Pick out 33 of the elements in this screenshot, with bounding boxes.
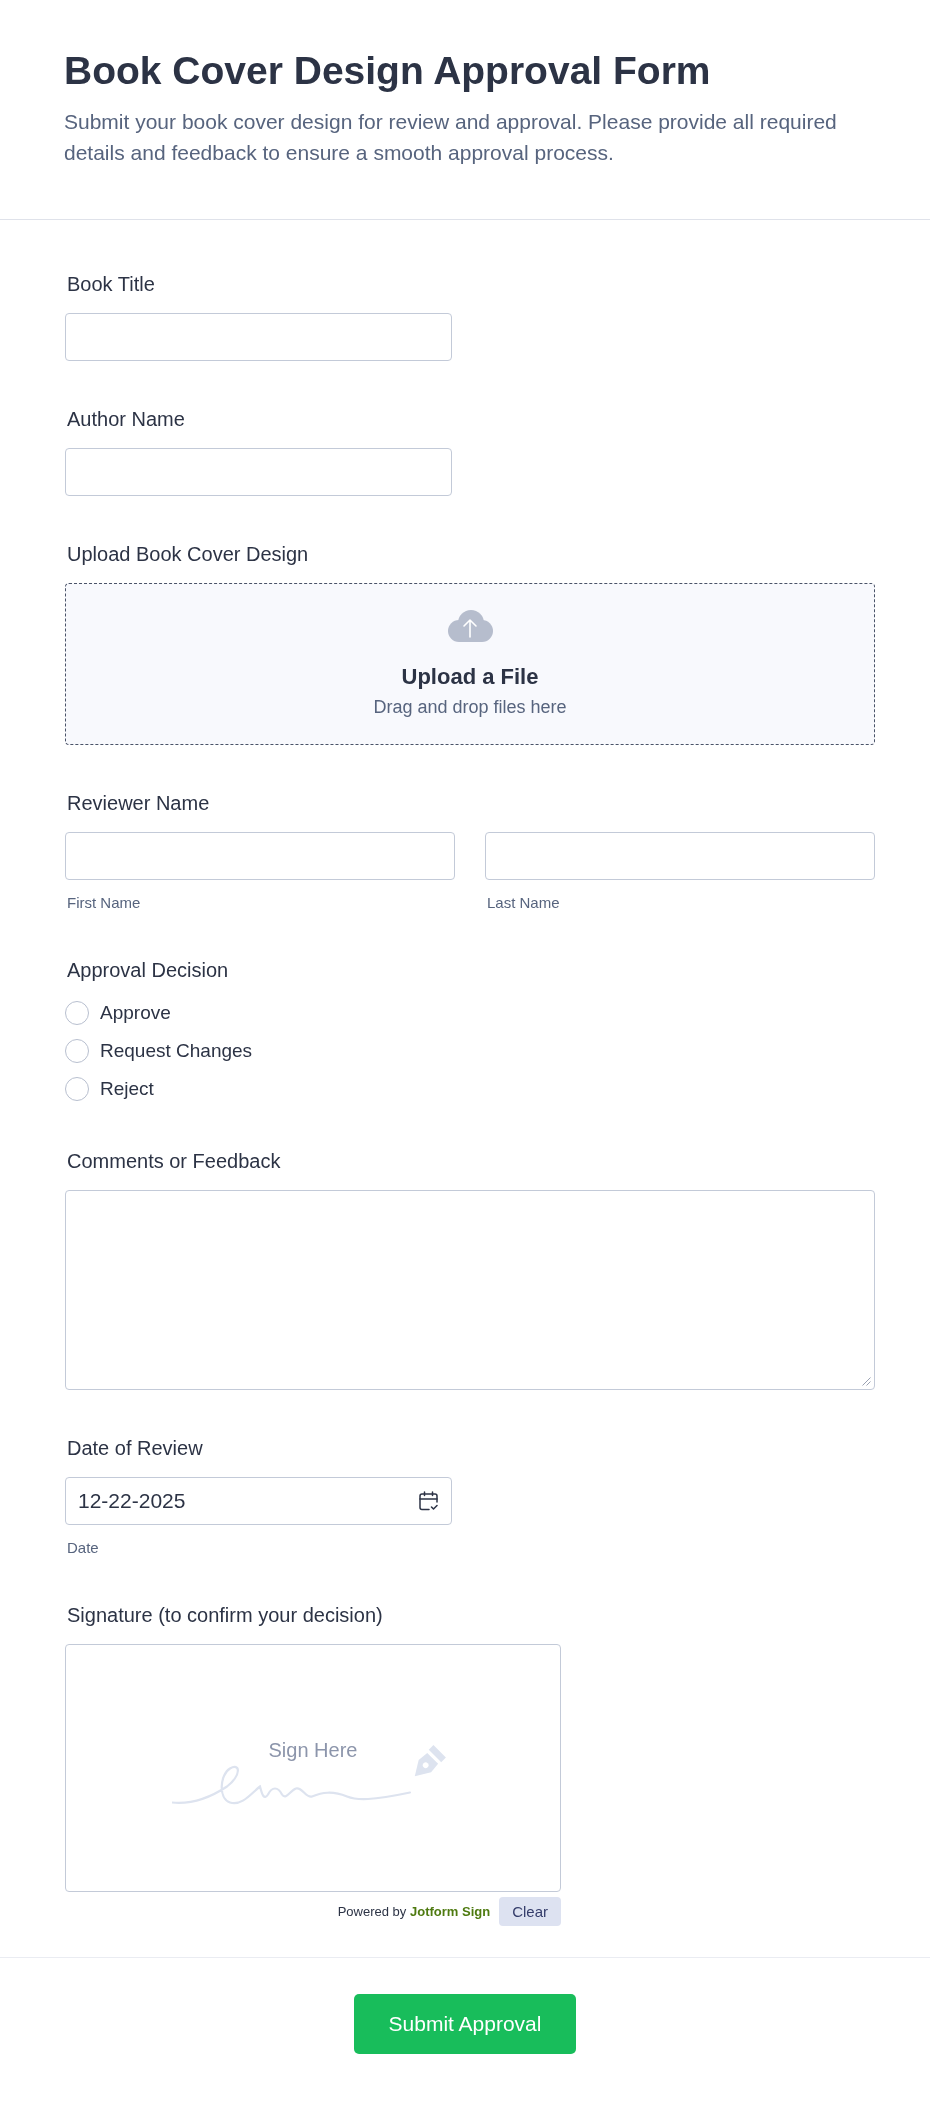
field-sublabel: First Name [67, 894, 141, 912]
field-label: Comments or Feedback [67, 1149, 281, 1173]
resize-grip-icon[interactable] [862, 1377, 871, 1386]
form-description: Submit your book cover design for review and approval. Please provide all required details and feedback to ensure a smooth approval process. [64, 109, 838, 166]
field-label: Reviewer Name [67, 791, 210, 815]
calendar-icon[interactable] [419, 1491, 438, 1511]
field-label: Approval Decision [67, 958, 229, 982]
cloud-upload-icon [446, 610, 494, 642]
radio-button[interactable] [65, 1039, 89, 1063]
date-input[interactable]: 12-22-2025 [65, 1477, 452, 1525]
text-input[interactable] [65, 832, 455, 880]
field-label: Author Name [67, 407, 185, 431]
radio-button[interactable] [65, 1001, 89, 1025]
sign-here-placeholder: Sign Here [268, 1738, 358, 1762]
form-title: Book Cover Design Approval Form [64, 48, 712, 94]
field-label: Signature (to confirm your decision) [67, 1603, 383, 1627]
text-input[interactable] [65, 448, 452, 496]
field-label: Book Title [67, 272, 155, 296]
radio-label: Reject [100, 1077, 154, 1101]
powered-by-text: Powered by Jotform Sign [337, 1903, 491, 1920]
radio-label: Approve [100, 1001, 171, 1025]
field-sublabel: Date [67, 1539, 99, 1557]
field-sublabel: Last Name [487, 894, 560, 912]
text-input[interactable] [485, 832, 875, 880]
upload-title: Upload a File [401, 663, 539, 691]
upload-hint: Drag and drop files here [373, 696, 567, 718]
field-label: Date of Review [67, 1436, 203, 1460]
radio-button[interactable] [65, 1077, 89, 1101]
field-label: Upload Book Cover Design [67, 542, 309, 566]
text-input[interactable] [65, 313, 452, 361]
upload-dropzone[interactable]: Upload a File Drag and drop files here [65, 583, 875, 745]
radio-label: Request Changes [100, 1039, 253, 1063]
clear-button[interactable]: Clear [499, 1897, 561, 1926]
